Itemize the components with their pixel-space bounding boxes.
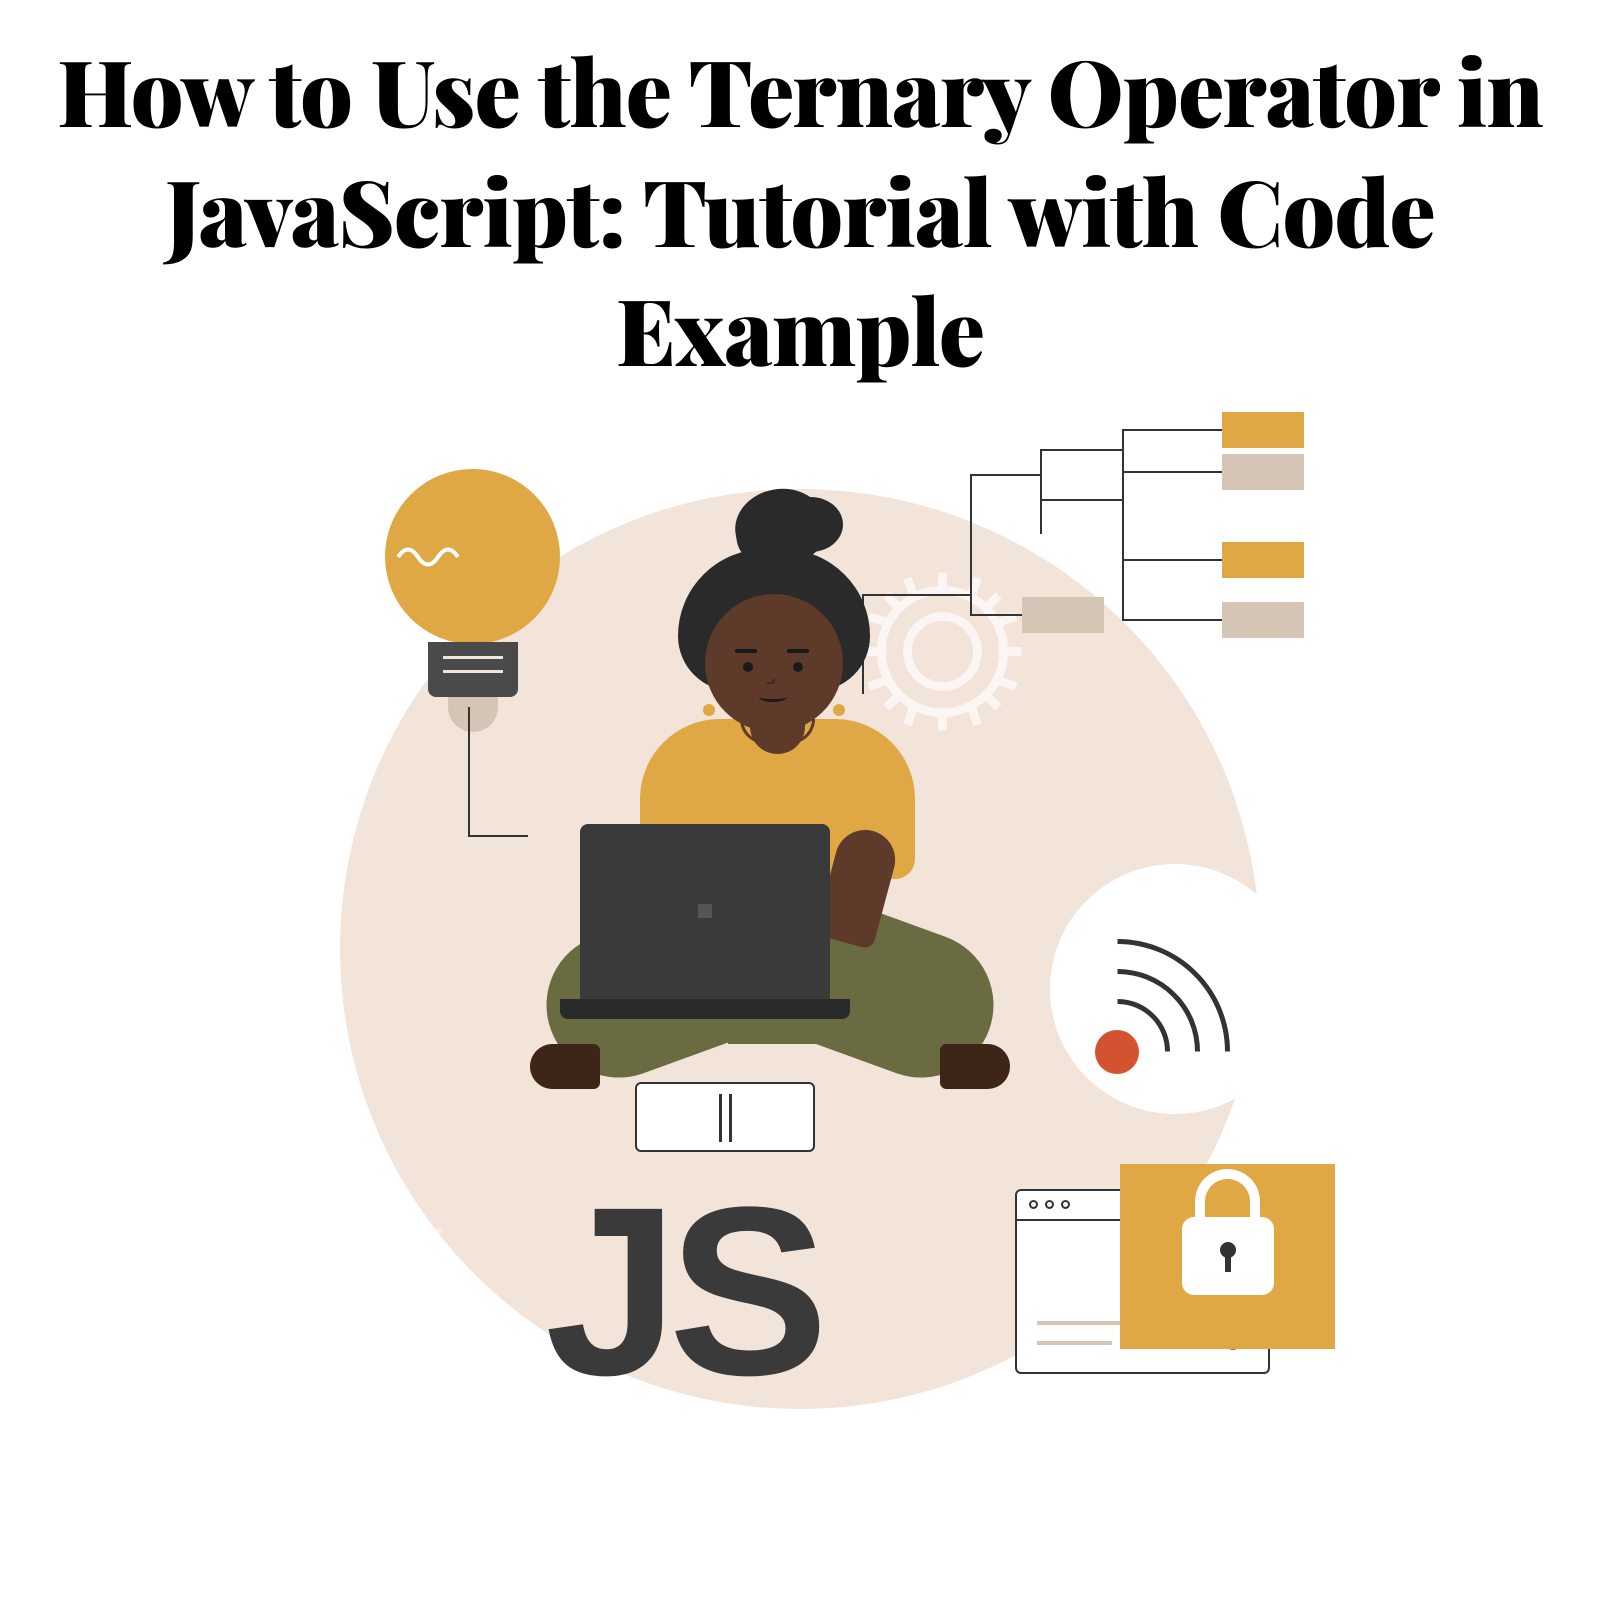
gear-small-icon	[350, 1209, 460, 1319]
laptop-icon	[580, 824, 850, 1019]
wifi-icon	[1050, 864, 1300, 1114]
article-title: How to Use the Ternary Operator in JavaS…	[0, 0, 1600, 409]
js-logo-text: JS	[545, 1153, 819, 1429]
tree-diagram-icon	[970, 474, 1315, 754]
article-cover: How to Use the Ternary Operator in JavaS…	[0, 0, 1600, 1600]
connector-line	[468, 707, 470, 837]
browser-lock-icon	[1015, 1164, 1335, 1424]
book-icon	[635, 1082, 815, 1152]
hero-illustration: JS	[250, 449, 1350, 1449]
